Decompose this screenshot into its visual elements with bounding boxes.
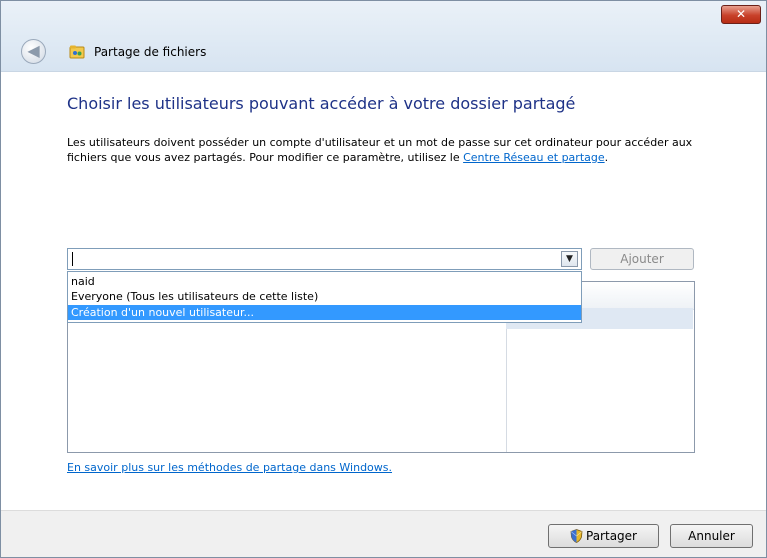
user-dropdown-list[interactable]: naid Everyone (Tous les utilisateurs de … — [67, 271, 582, 323]
user-combobox[interactable]: ▼ — [67, 248, 582, 270]
text-caret — [72, 252, 73, 266]
dropdown-option-new-user[interactable]: Création d'un nouvel utilisateur... — [68, 305, 581, 320]
network-center-link[interactable]: Centre Réseau et partage — [463, 151, 605, 164]
back-button[interactable]: ◀ — [21, 39, 46, 64]
page-heading: Choisir les utilisateurs pouvant accéder… — [67, 94, 576, 113]
window-title: Partage de fichiers — [94, 45, 207, 59]
description-end: . — [604, 151, 609, 164]
close-button[interactable]: ✕ — [721, 5, 761, 24]
title-bar: ✕ ◀ Partage de fichiers — [1, 1, 766, 72]
uac-shield-icon — [570, 529, 583, 543]
file-sharing-icon — [69, 45, 85, 59]
share-button-label: Partager — [586, 529, 637, 543]
dropdown-option-naid[interactable]: naid — [68, 274, 581, 289]
share-button[interactable]: Partager — [548, 524, 659, 548]
learn-more-link[interactable]: En savoir plus sur les méthodes de parta… — [67, 461, 392, 474]
dropdown-option-everyone[interactable]: Everyone (Tous les utilisateurs de cette… — [68, 289, 581, 304]
file-sharing-window: ✕ ◀ Partage de fichiers Choisir les util… — [0, 0, 767, 558]
dropdown-arrow-button[interactable]: ▼ — [561, 251, 578, 267]
add-button[interactable]: Ajouter — [590, 248, 694, 270]
description: Les utilisateurs doivent posséder un com… — [67, 135, 717, 165]
cancel-button[interactable]: Annuler — [670, 524, 753, 548]
